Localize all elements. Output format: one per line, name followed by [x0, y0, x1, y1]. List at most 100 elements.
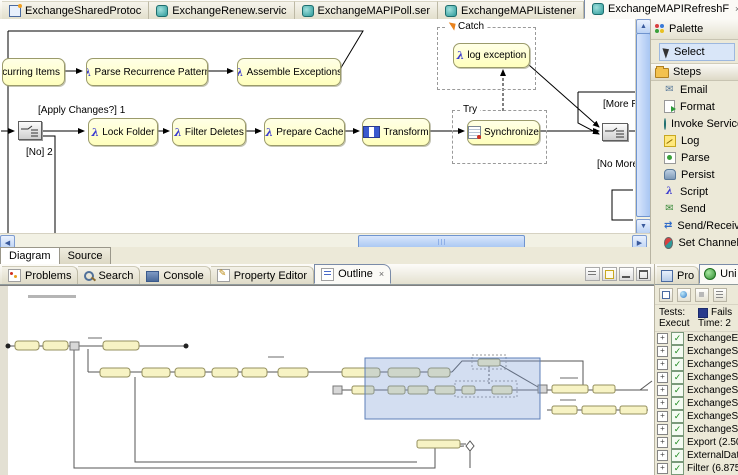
palette-item-format[interactable]: Format [651, 98, 738, 115]
test-tree-item[interactable]: + ✓ ExchangeSy [655, 358, 738, 371]
decision-switch-apply-changes[interactable] [18, 121, 42, 140]
decision-switch-more-recurring[interactable] [602, 123, 628, 141]
tab-search[interactable]: Search [78, 266, 140, 284]
node-synchronize[interactable]: Synchronize [467, 120, 540, 145]
log-icon [664, 135, 676, 147]
palette-item-log[interactable]: Log [651, 132, 738, 149]
expander-icon[interactable]: + [657, 411, 668, 422]
test-item-label: ExchangeSy [687, 385, 738, 396]
maximize-icon[interactable] [636, 267, 651, 281]
expander-icon[interactable]: + [657, 424, 668, 435]
palette-steps-drawer[interactable]: Steps [651, 63, 738, 81]
tab-pro[interactable]: Pro [657, 266, 699, 284]
run-test-icon[interactable] [659, 288, 673, 302]
tab-property-editor[interactable]: Property Editor [211, 266, 314, 284]
canvas-vertical-scrollbar[interactable]: ▲ ▼ [635, 19, 650, 233]
canvas-horizontal-scrollbar[interactable]: ◀ ▶ [0, 233, 650, 248]
catch-icon [447, 22, 455, 30]
node-filter-deletes[interactable]: λ Filter Deletes [172, 118, 246, 146]
tab-uni[interactable]: Uni × [699, 264, 738, 284]
tab-source[interactable]: Source [60, 247, 112, 265]
node-recurring-items[interactable]: curring Items [2, 58, 65, 86]
test-suite-icon: ✓ [671, 397, 684, 410]
expander-icon[interactable]: + [657, 437, 668, 448]
test-tree-item[interactable]: + ✓ ExchangeSh [655, 345, 738, 358]
view-menu-icon[interactable] [602, 267, 617, 281]
tab-console[interactable]: Console [140, 266, 210, 284]
expander-icon[interactable]: + [657, 385, 668, 396]
view-tab-label: Console [163, 270, 203, 282]
expander-icon[interactable]: + [657, 359, 668, 370]
node-label: Filter Deletes [185, 127, 244, 138]
scroll-down-icon[interactable]: ▼ [636, 219, 650, 233]
editor-tab-exchangemapipoll[interactable]: ExchangeMAPIPoll.ser [295, 1, 439, 19]
expander-icon[interactable]: + [657, 398, 668, 409]
service-doc-icon [156, 5, 168, 17]
test-tree-item[interactable]: + ✓ ExchangeEv [655, 332, 738, 345]
test-tree-item[interactable]: + ✓ Filter (6.875 [655, 462, 738, 475]
tab-outline[interactable]: Outline × [314, 264, 391, 284]
format-icon [664, 100, 675, 113]
test-tree-item[interactable]: + ✓ ExchangeSy [655, 423, 738, 436]
node-parse-recurrence-pattern[interactable]: λ Parse Recurrence Pattern [86, 58, 208, 86]
view-tab-label: Search [98, 270, 133, 282]
outline-viewport-rect[interactable] [365, 358, 540, 419]
node-log-exception[interactable]: λ log exception [453, 43, 530, 68]
expander-icon[interactable]: + [657, 450, 668, 461]
test-suite-icon: ✓ [671, 423, 684, 436]
test-item-label: ExchangeSy [687, 398, 738, 409]
expander-icon[interactable]: + [657, 346, 668, 357]
edge-label-apply-changes: [Apply Changes?] 1 [38, 105, 125, 116]
expander-icon[interactable]: + [657, 372, 668, 383]
test-suite-icon: ✓ [671, 410, 684, 423]
outline-thumbnail[interactable] [0, 285, 654, 475]
palette-item-send-receive[interactable]: ⇄ Send/Receive [651, 217, 738, 234]
test-item-label: ExchangeEv [687, 333, 738, 344]
vertical-scroll-thumb[interactable] [636, 33, 650, 217]
switch-glyph [19, 122, 41, 139]
test-tree-item[interactable]: + ✓ ExchangeSy [655, 384, 738, 397]
editor-tab-exchangesharedprotoc[interactable]: ExchangeSharedProtoc [2, 1, 149, 19]
layout-toggle-icon[interactable] [585, 267, 600, 281]
test-tree-item[interactable]: + ✓ ExternalDat [655, 449, 738, 462]
tab-problems[interactable]: Problems [2, 266, 78, 284]
editor-tab-exchangemapilistener[interactable]: ExchangeMAPIListener [438, 1, 584, 19]
palette-item-parse[interactable]: Parse [651, 149, 738, 166]
editor-tab-exchangemapirefreshf[interactable]: ExchangeMAPIRefreshF × [584, 0, 738, 19]
expander-icon[interactable]: + [657, 463, 668, 474]
properties-icon [661, 270, 673, 282]
test-tree-item[interactable]: + ✓ ExchangeSy [655, 371, 738, 384]
palette-select-tool[interactable]: Select [659, 43, 735, 61]
palette-item-persist[interactable]: Persist [651, 166, 738, 183]
view-toolbar [585, 267, 654, 284]
test-item-label: ExchangeSy [687, 411, 738, 422]
tab-diagram[interactable]: Diagram [0, 247, 60, 265]
close-icon[interactable]: × [379, 270, 384, 279]
node-transform[interactable]: Transform [362, 118, 430, 146]
palette-item-script[interactable]: λ Script [651, 183, 738, 200]
hierarchy-icon[interactable] [713, 288, 727, 302]
palette-header[interactable]: Palette [651, 19, 738, 40]
editor-tab-exchangerenew[interactable]: ExchangeRenew.servic [149, 1, 294, 19]
set-channel-icon [664, 237, 673, 249]
test-tree-item[interactable]: + ✓ Export (2.50 [655, 436, 738, 449]
editor-tab-label: ExchangeSharedProtoc [25, 5, 141, 17]
unit-test-icon [704, 268, 716, 280]
node-prepare-cache[interactable]: λ Prepare Cache [264, 118, 345, 146]
palette-item-invoke-service[interactable]: Invoke Service [651, 115, 738, 132]
node-assemble-exceptions[interactable]: λ Assemble Exceptions [237, 58, 341, 86]
editor-page-tab-bar: Diagram Source [0, 247, 650, 264]
node-lock-folder[interactable]: λ Lock Folder [88, 118, 158, 146]
palette-item-email[interactable]: ✉ Email [651, 81, 738, 98]
diagram-canvas[interactable]: Catch Try curring Items λ Parse Recurren… [0, 19, 650, 233]
palette-item-send[interactable]: ✉ Send [651, 200, 738, 217]
test-suite-icon: ✓ [671, 371, 684, 384]
try-label-text: Try [463, 104, 477, 115]
scroll-up-icon[interactable]: ▲ [636, 19, 650, 34]
minimize-icon[interactable] [619, 267, 634, 281]
expander-icon[interactable]: + [657, 333, 668, 344]
test-tree-item[interactable]: + ✓ ExchangeSy [655, 410, 738, 423]
palette-item-set-channel[interactable]: Set Channel [651, 234, 738, 251]
globe-icon[interactable] [677, 288, 691, 302]
test-tree-item[interactable]: + ✓ ExchangeSy [655, 397, 738, 410]
